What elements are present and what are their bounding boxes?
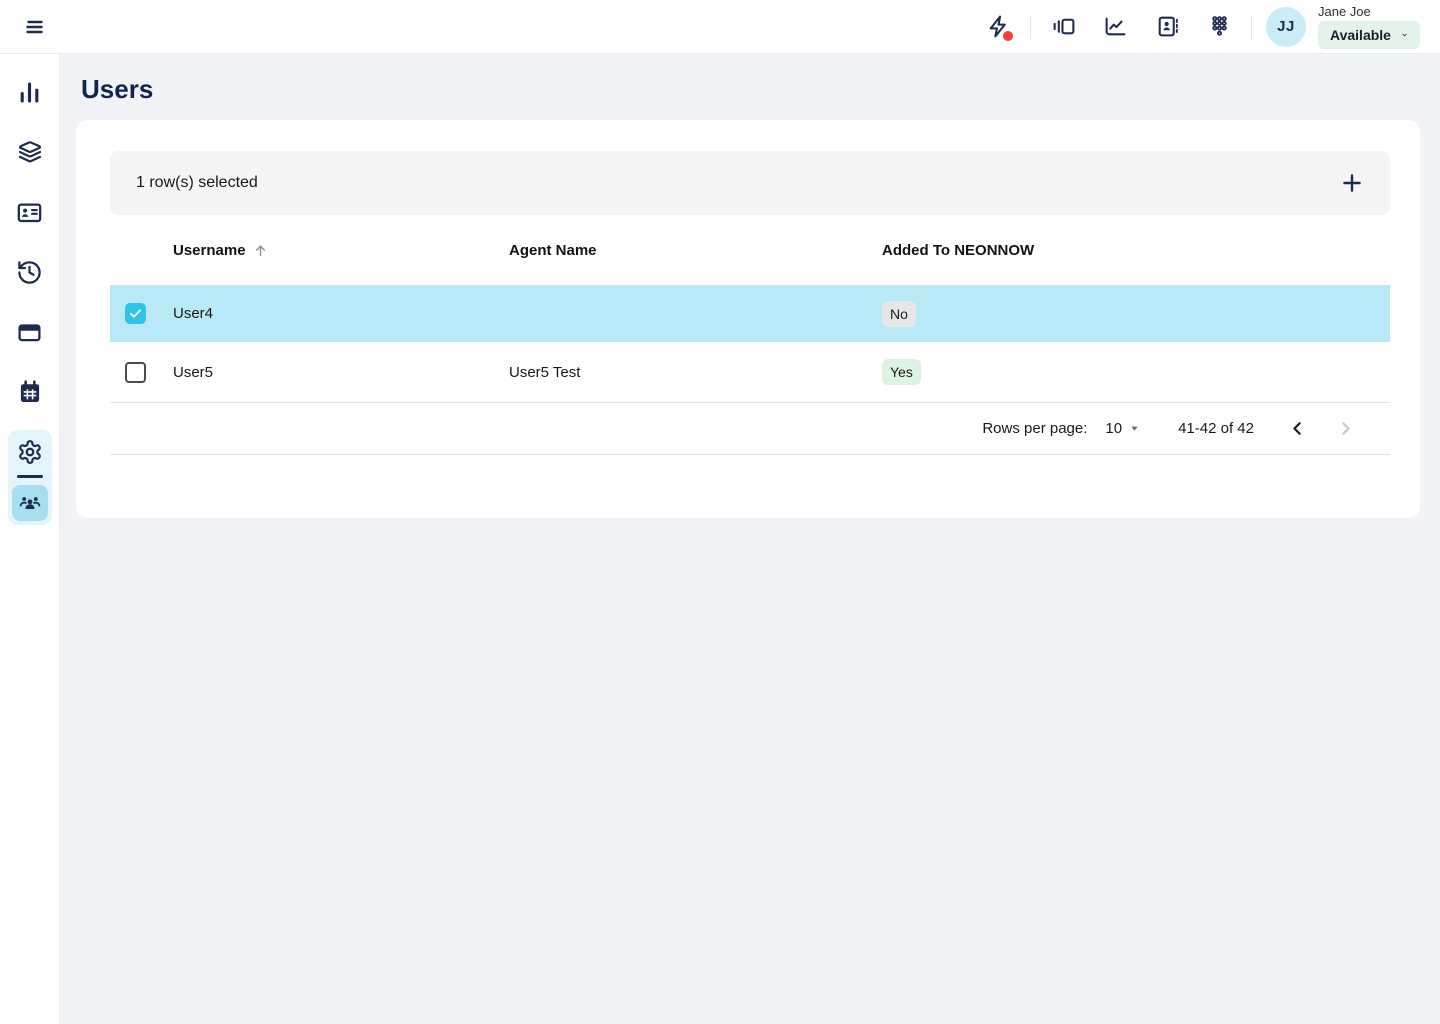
plus-icon — [1339, 170, 1365, 196]
id-card-icon — [16, 199, 43, 226]
header-cell-agent-name[interactable]: Agent Name — [509, 242, 882, 259]
notification-dot — [1003, 31, 1013, 41]
cell-added: Yes — [882, 359, 1390, 385]
chevron-down-icon — [1401, 28, 1408, 42]
dialpad-button[interactable] — [1201, 9, 1237, 45]
contact-book-button[interactable] — [1149, 9, 1185, 45]
divider — [1030, 15, 1031, 39]
cell-agent-name: User5 Test — [509, 364, 882, 381]
sidebar-item-settings[interactable] — [12, 435, 48, 469]
chart-line-icon — [1103, 14, 1128, 39]
user-block: Jane Joe Available — [1318, 5, 1420, 49]
cell-added: No — [882, 301, 1390, 327]
app-window-icon — [16, 319, 43, 346]
row-checkbox-checked[interactable] — [125, 303, 146, 324]
avatar[interactable]: JJ — [1266, 7, 1306, 47]
column-label-added: Added To NEONNOW — [882, 242, 1034, 259]
status-dropdown[interactable]: Available — [1318, 21, 1420, 49]
cell-username: User4 — [173, 305, 509, 322]
pagination-range: 41-42 of 42 — [1178, 420, 1254, 437]
topbar-right-cluster: JJ Jane Joe Available — [980, 5, 1420, 49]
page-title: Users — [81, 75, 1440, 103]
status-badge-yes: Yes — [882, 359, 921, 385]
user-name: Jane Joe — [1318, 5, 1371, 18]
topbar-icon-group — [1045, 9, 1237, 45]
sidebar — [0, 54, 60, 1024]
sort-arrow-up-icon — [252, 242, 269, 259]
rows-per-page-select[interactable]: 10 — [1105, 420, 1140, 437]
column-label-agent-name: Agent Name — [509, 242, 597, 259]
sidebar-item-browser[interactable] — [6, 308, 54, 356]
layers-icon — [17, 139, 43, 165]
hamburger-menu-button[interactable] — [17, 9, 53, 45]
table-header-row: Username Agent Name Added To NEONNOW — [110, 215, 1390, 285]
add-user-button[interactable] — [1332, 163, 1372, 203]
calendar-icon — [17, 379, 43, 405]
chevron-right-icon — [1335, 418, 1356, 439]
row-checkbox-unchecked[interactable] — [125, 362, 146, 383]
pagination-bar: Rows per page: 10 41-42 of 42 — [110, 403, 1390, 455]
column-label-username: Username — [173, 242, 246, 259]
contact-book-icon — [1155, 14, 1180, 39]
users-icon — [18, 491, 42, 515]
sidebar-item-users[interactable] — [12, 485, 48, 521]
check-icon — [128, 306, 143, 321]
gear-icon — [17, 439, 43, 465]
gallery-cards-button[interactable] — [1045, 9, 1081, 45]
status-label: Available — [1330, 27, 1391, 43]
header-cell-added[interactable]: Added To NEONNOW — [882, 242, 1390, 259]
sidebar-item-layers[interactable] — [6, 128, 54, 176]
chart-line-button[interactable] — [1097, 9, 1133, 45]
cell-checkbox — [110, 303, 173, 324]
sidebar-item-history[interactable] — [6, 248, 54, 296]
gallery-cards-icon — [1051, 14, 1076, 39]
selection-count-text: 1 row(s) selected — [136, 174, 258, 192]
status-badge-no: No — [882, 301, 916, 327]
chevron-left-icon — [1287, 418, 1308, 439]
dialpad-icon — [1207, 14, 1232, 39]
table-row-user5[interactable]: User5 User5 Test Yes — [110, 342, 1390, 403]
settings-group-divider — [17, 475, 43, 478]
next-page-button[interactable] — [1328, 412, 1362, 446]
settings-nav-group — [8, 430, 52, 525]
rows-per-page-label: Rows per page: — [982, 420, 1087, 437]
hamburger-icon — [23, 15, 47, 39]
notifications-button[interactable] — [980, 9, 1016, 45]
sidebar-item-calendar[interactable] — [6, 368, 54, 416]
cell-username: User5 — [173, 364, 509, 381]
sidebar-item-contacts[interactable] — [6, 188, 54, 236]
top-bar: JJ Jane Joe Available — [0, 0, 1440, 54]
divider — [1251, 15, 1252, 39]
history-icon — [16, 259, 43, 286]
table-toolbar: 1 row(s) selected — [110, 151, 1390, 215]
sidebar-item-analytics[interactable] — [6, 68, 54, 116]
cell-checkbox — [110, 362, 173, 383]
previous-page-button[interactable] — [1280, 412, 1314, 446]
select-caret-icon — [1129, 423, 1140, 434]
table-row-user4[interactable]: User4 No — [110, 285, 1390, 342]
rows-per-page-value: 10 — [1105, 420, 1122, 437]
users-card: 1 row(s) selected Username Agent Name Ad… — [76, 120, 1420, 518]
header-cell-username[interactable]: Username — [173, 242, 509, 259]
bar-chart-icon — [16, 79, 43, 106]
main-content: Users 1 row(s) selected Username Agent N… — [60, 54, 1440, 1024]
